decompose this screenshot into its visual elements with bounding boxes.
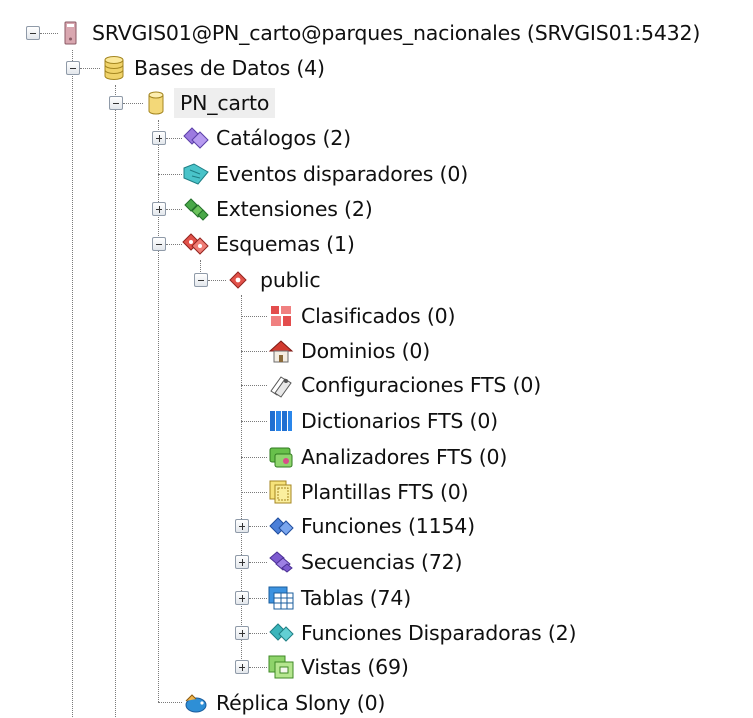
- tree-connector: [241, 492, 267, 493]
- expand-catalogs-toggle[interactable]: [152, 131, 166, 145]
- tree-label-functions: Funciones (1154): [301, 514, 475, 538]
- expand-functions-toggle[interactable]: [235, 519, 249, 533]
- tree-connector: [249, 667, 267, 668]
- collapse-server-toggle[interactable]: [26, 26, 40, 40]
- schemas-icon: [182, 230, 210, 258]
- tree-label-trigger-functions: Funciones Disparadoras (2): [301, 621, 577, 645]
- expand-views-toggle[interactable]: [235, 660, 249, 674]
- tree-label-event-triggers: Eventos disparadores (0): [216, 162, 469, 186]
- tree-node-fts-configs[interactable]: Configuraciones FTS (0): [267, 370, 541, 400]
- collapse-db-toggle[interactable]: [109, 96, 123, 110]
- tree-label-fts-configs: Configuraciones FTS (0): [301, 373, 541, 397]
- tree-connector: [40, 33, 58, 34]
- fts-config-icon: [267, 371, 295, 399]
- collations-icon: [267, 302, 295, 330]
- tree-node-public[interactable]: public: [226, 265, 321, 295]
- tree-connector: [241, 421, 267, 422]
- tree-node-extensions[interactable]: Extensiones (2): [182, 194, 373, 224]
- tree-label-extensions: Extensiones (2): [216, 197, 373, 221]
- tree-label-domains: Dominios (0): [301, 339, 431, 363]
- tree-connector: [166, 244, 182, 245]
- fts-template-icon: [267, 478, 295, 506]
- tree-connector: [249, 562, 267, 563]
- tree-label-fts-parsers: Analizadores FTS (0): [301, 445, 508, 469]
- tree-connector: [115, 85, 116, 717]
- tree-connector: [241, 351, 267, 352]
- tree-connector: [166, 138, 182, 139]
- tree-connector: [158, 702, 182, 703]
- tree-node-slony[interactable]: Réplica Slony (0): [182, 688, 385, 718]
- tree-node-trigger-functions[interactable]: Funciones Disparadoras (2): [267, 618, 576, 648]
- fts-parser-icon: [267, 443, 295, 471]
- views-icon: [267, 653, 295, 681]
- functions-icon: [267, 512, 295, 540]
- tree-label-server: SRVGIS01@PN_carto@parques_nacionales (SR…: [92, 21, 701, 45]
- tree-connector: [241, 457, 267, 458]
- tree-node-views[interactable]: Vistas (69): [267, 652, 409, 682]
- tree-connector: [249, 598, 267, 599]
- tree-label-views: Vistas (69): [301, 655, 409, 679]
- expand-tables-toggle[interactable]: [235, 591, 249, 605]
- tree-node-database[interactable]: PN_carto: [142, 88, 276, 118]
- database-icon: [142, 89, 170, 117]
- tree-connector: [241, 385, 267, 386]
- server-icon: [58, 19, 86, 47]
- tree-label-databases: Bases de Datos (4): [134, 56, 325, 80]
- trigger-functions-icon: [267, 619, 295, 647]
- tables-icon: [267, 584, 295, 612]
- tree-node-functions[interactable]: Funciones (1154): [267, 511, 475, 541]
- tree-connector: [123, 103, 143, 104]
- tree-connector: [208, 280, 226, 281]
- tree-node-schemas[interactable]: Esquemas (1): [182, 229, 355, 259]
- tree-label-schemas: Esquemas (1): [216, 232, 355, 256]
- tree-connector: [249, 526, 267, 527]
- collapse-databases-toggle[interactable]: [66, 61, 80, 75]
- extensions-icon: [182, 195, 210, 223]
- tree-node-sequences[interactable]: Secuencias (72): [267, 547, 463, 577]
- tree-label-catalogs: Catálogos (2): [216, 126, 351, 150]
- tree-node-server[interactable]: SRVGIS01@PN_carto@parques_nacionales (SR…: [58, 18, 700, 48]
- tree-connector: [80, 68, 100, 69]
- object-browser-tree: SRVGIS01@PN_carto@parques_nacionales (SR…: [0, 0, 753, 717]
- expand-extensions-toggle[interactable]: [152, 202, 166, 216]
- tree-label-fts-dictionaries: Dictionarios FTS (0): [301, 409, 498, 433]
- tree-connector: [249, 633, 267, 634]
- catalogs-icon: [182, 124, 210, 152]
- tree-node-fts-dictionaries[interactable]: Dictionarios FTS (0): [267, 406, 498, 436]
- slony-icon: [182, 689, 210, 717]
- schema-icon: [226, 266, 254, 294]
- tree-label-database: PN_carto: [174, 88, 276, 118]
- tree-connector: [241, 316, 267, 317]
- tree-node-tables[interactable]: Tablas (74): [267, 583, 411, 613]
- tree-node-fts-templates[interactable]: Plantillas FTS (0): [267, 477, 469, 507]
- fts-dictionary-icon: [267, 407, 295, 435]
- tree-node-event-triggers[interactable]: Eventos disparadores (0): [182, 159, 468, 189]
- tree-label-collations: Clasificados (0): [301, 304, 456, 328]
- databases-icon: [100, 54, 128, 82]
- tree-label-sequences: Secuencias (72): [301, 550, 463, 574]
- expand-trigger-functions-toggle[interactable]: [235, 626, 249, 640]
- domains-icon: [267, 337, 295, 365]
- tree-label-fts-templates: Plantillas FTS (0): [301, 480, 469, 504]
- tree-connector: [72, 50, 73, 717]
- event-triggers-icon: [182, 160, 210, 188]
- tree-node-catalogs[interactable]: Catálogos (2): [182, 123, 351, 153]
- tree-connector: [158, 174, 182, 175]
- collapse-public-toggle[interactable]: [194, 273, 208, 287]
- tree-node-fts-parsers[interactable]: Analizadores FTS (0): [267, 442, 507, 472]
- tree-node-collations[interactable]: Clasificados (0): [267, 301, 455, 331]
- tree-connector: [166, 209, 182, 210]
- tree-label-slony: Réplica Slony (0): [216, 691, 386, 715]
- tree-node-domains[interactable]: Dominios (0): [267, 336, 430, 366]
- tree-label-tables: Tablas (74): [301, 586, 412, 610]
- expand-sequences-toggle[interactable]: [235, 555, 249, 569]
- tree-node-databases[interactable]: Bases de Datos (4): [100, 53, 325, 83]
- collapse-schemas-toggle[interactable]: [152, 237, 166, 251]
- sequences-icon: [267, 548, 295, 576]
- tree-label-public: public: [260, 268, 321, 292]
